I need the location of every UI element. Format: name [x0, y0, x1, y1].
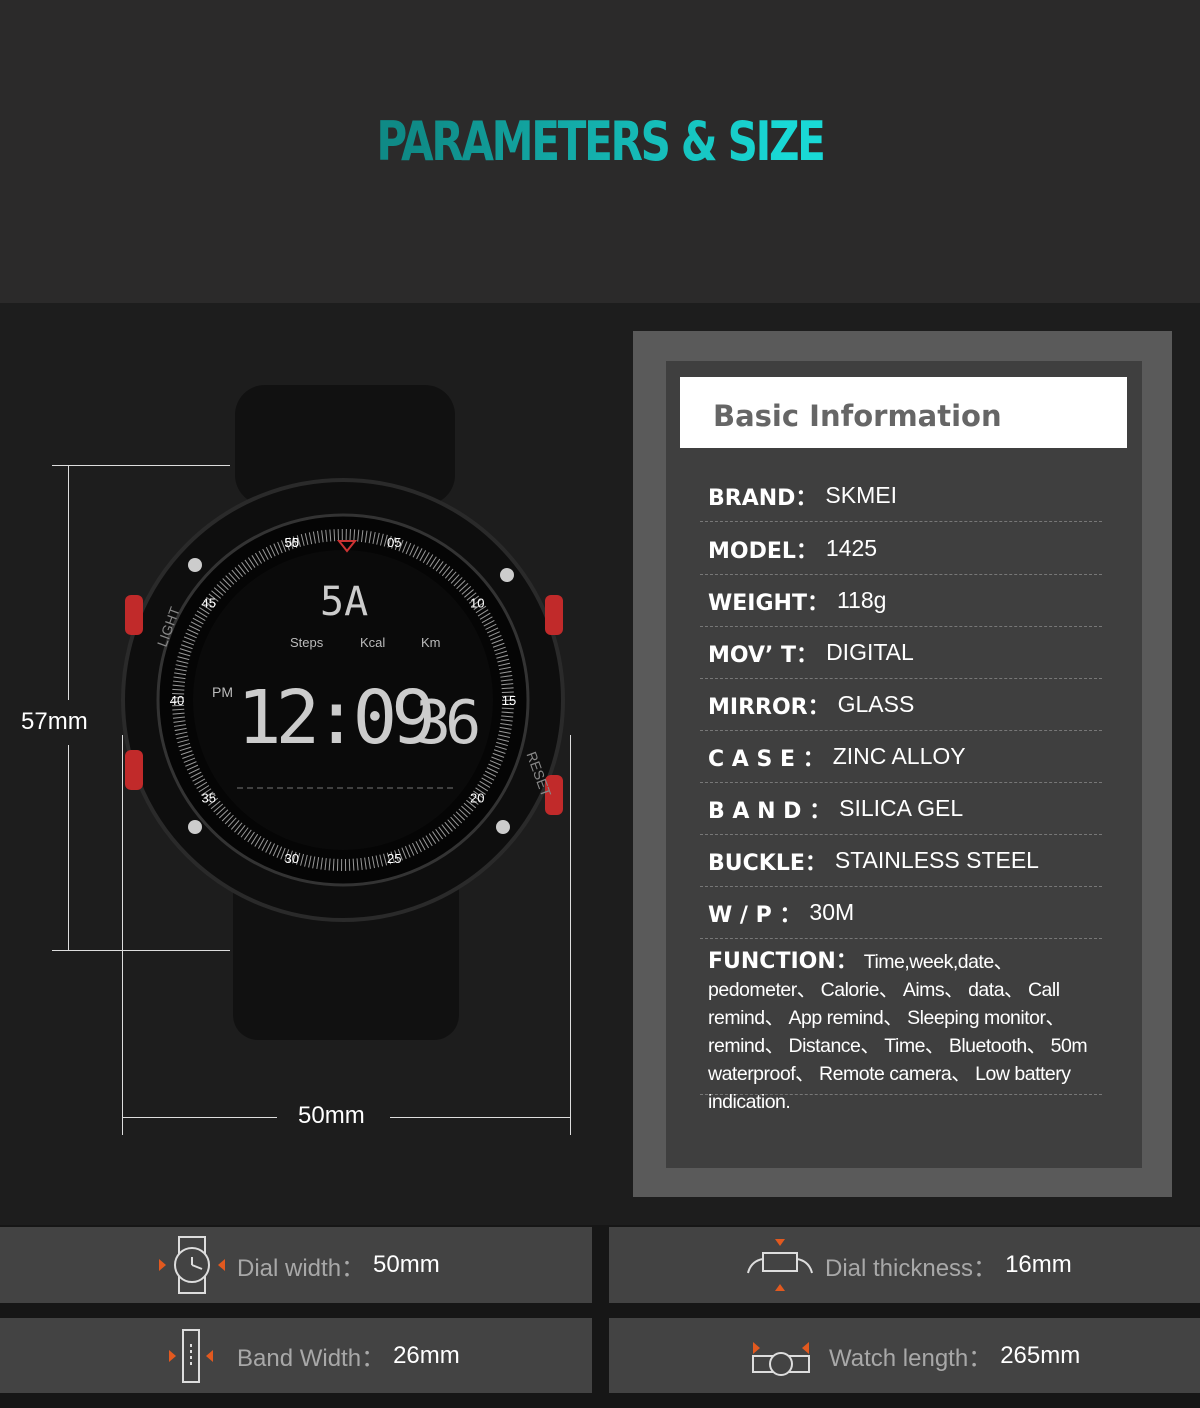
dial-width-icon: [159, 1236, 225, 1294]
bezel-number: 30: [284, 851, 298, 866]
spec-dial-thickness: Dial thickness： 16mm: [609, 1227, 1200, 1303]
info-row-brand: BRAND： SKMEI: [700, 470, 1102, 522]
info-key: WEIGHT：: [708, 590, 829, 616]
bezel-number: 10: [470, 595, 484, 610]
bezel-number: 20: [470, 791, 484, 806]
spec-label: Dial thickness：: [825, 1254, 998, 1282]
info-value: SILICA GEL: [839, 795, 964, 821]
info-row-band: B A N D ： SILICA GEL: [700, 783, 1102, 835]
info-row-weight: WEIGHT： 118g: [700, 575, 1102, 627]
steps-label: Steps: [290, 635, 324, 650]
info-key: BUCKLE：: [708, 850, 827, 876]
info-row-buckle: BUCKLE： STAINLESS STEEL: [700, 835, 1102, 887]
dim-line: [68, 745, 69, 950]
dim-line: [68, 465, 69, 700]
dim-line: [122, 1117, 277, 1118]
width-dimension: 50mm: [298, 1102, 365, 1129]
spec-value: 50mm: [373, 1251, 440, 1278]
kcal-label: Kcal: [360, 635, 385, 650]
dial-thickness-icon: [747, 1239, 813, 1291]
info-row-function: FUNCTION： Time,week,date、 pedometer、 Calo…: [700, 948, 1102, 1113]
info-row-model: MODEL： 1425: [700, 523, 1102, 575]
spec-watch-length: Watch length： 265mm: [609, 1318, 1200, 1393]
info-row-waterproof: W / P ： 30M: [700, 887, 1102, 939]
info-value: 118g: [836, 587, 887, 613]
info-row-mirror: MIRROR： GLASS: [700, 679, 1102, 731]
spec-value: 265mm: [1000, 1341, 1081, 1369]
info-value: Time,week,date、 pedometer、 Calorie、 Aims…: [708, 951, 1088, 1113]
info-key: FUNCTION：: [708, 949, 858, 974]
spec-label: Watch length：: [829, 1345, 993, 1372]
watch-length-icon: [752, 1341, 810, 1376]
info-value: 30M: [809, 899, 855, 925]
info-key: BRAND：: [708, 485, 818, 511]
km-label: Km: [421, 635, 441, 650]
bezel-number: 40: [170, 693, 184, 708]
info-key: MOV’ T：: [708, 642, 819, 668]
info-header: Basic Information: [680, 377, 1127, 448]
info-value: DIGITAL: [826, 639, 914, 665]
bezel-number: 05: [387, 535, 401, 550]
bezel-number: 15: [502, 693, 516, 708]
time-display: 12:09: [237, 675, 431, 761]
watch-image: 5A Steps Kcal Km PM 12:09 36 LIGHT RESET…: [121, 385, 565, 1040]
mode-display: 5A: [320, 579, 368, 625]
spec-value: 26mm: [393, 1341, 460, 1369]
spec-label: Dial width：: [237, 1254, 366, 1282]
info-value: STAINLESS STEEL: [834, 847, 1039, 873]
info-key: W / P ：: [708, 902, 802, 928]
spec-dial-width: Dial width： 50mm: [0, 1227, 592, 1303]
page-title: PARAMETERS & SIZE: [132, 110, 1068, 173]
info-key: B A N D ：: [708, 798, 832, 824]
bezel-number: 25: [387, 851, 401, 866]
info-key: MODEL：: [708, 538, 818, 564]
info-row-case: C A S E ： ZINC ALLOY: [700, 731, 1102, 783]
info-key: MIRROR：: [708, 694, 830, 720]
dim-line: [390, 1117, 570, 1118]
spec-band-width: Band Width： 26mm: [0, 1318, 592, 1393]
pm-indicator: PM: [212, 684, 233, 700]
info-row-movement: MOV’ T： DIGITAL: [700, 627, 1102, 679]
info-value: 1425: [825, 535, 878, 561]
info-value: SKMEI: [825, 482, 897, 508]
spec-value: 16mm: [1005, 1251, 1072, 1278]
bezel-number: 45: [201, 595, 215, 610]
info-value: ZINC ALLOY: [832, 743, 966, 769]
height-dimension: 57mm: [21, 708, 88, 735]
bezel-number: 35: [201, 791, 215, 806]
seconds-display: 36: [415, 688, 478, 758]
band-width-icon: [169, 1328, 213, 1383]
info-key: C A S E ：: [708, 746, 825, 772]
spec-label: Band Width：: [237, 1345, 386, 1372]
bezel-number: 50: [284, 535, 298, 550]
info-value: GLASS: [837, 691, 915, 717]
